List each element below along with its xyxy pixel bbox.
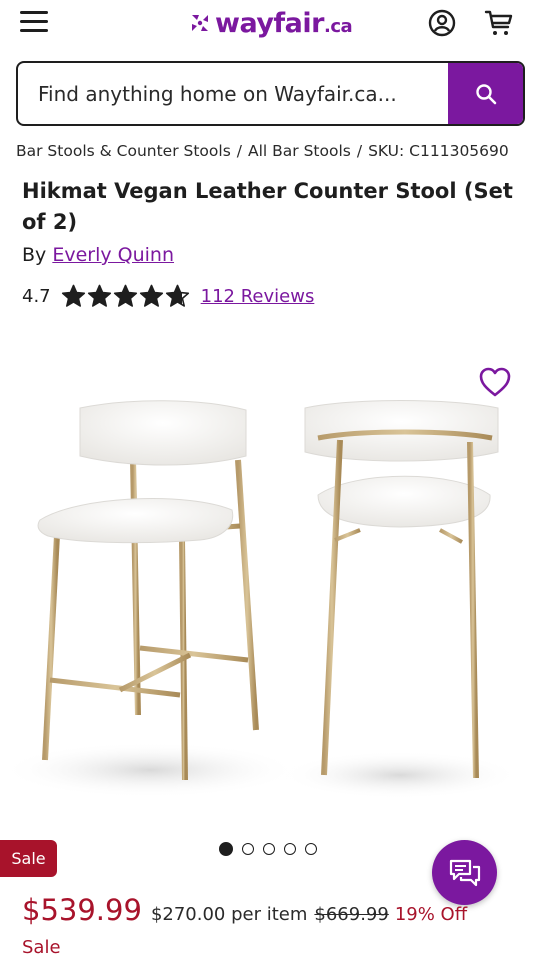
logo-name: wayfair (215, 7, 324, 39)
stool-right (304, 400, 499, 779)
carousel-dot[interactable] (305, 843, 317, 855)
wayfair-pinwheel-icon (192, 15, 208, 31)
search-button[interactable] (448, 63, 523, 124)
rating-row: 4.7 112 Reviews (22, 282, 314, 310)
star-icon (113, 284, 137, 307)
breadcrumb-bar-stools-counter-stools[interactable]: Bar Stools & Counter Stools (16, 142, 231, 160)
star-rating (61, 284, 191, 309)
carousel-dots (219, 842, 326, 856)
star-icon (87, 284, 111, 307)
sku-label: SKU: C111305690 (368, 142, 509, 160)
wayfair-logo[interactable]: wayfair.ca (188, 4, 353, 42)
star-icon (139, 284, 163, 307)
per-item-price: $270.00 per item (150, 904, 308, 925)
brand-byline: By Everly Quinn (22, 244, 174, 266)
breadcrumb-separator: / (236, 142, 243, 160)
star-icon (165, 284, 189, 307)
product-title: Hikmat Vegan Leather Counter Stool (Set … (22, 179, 513, 234)
heart-icon[interactable] (478, 366, 512, 398)
star-icon (61, 284, 85, 307)
chat-bubbles-icon (449, 859, 480, 886)
brand-link[interactable]: Everly Quinn (52, 244, 174, 266)
product-image[interactable] (0, 330, 541, 830)
reviews-link[interactable]: 112 Reviews (201, 286, 315, 307)
logo-text: wayfair.ca (215, 7, 353, 39)
stool-left (37, 400, 259, 781)
carousel-dot[interactable] (242, 843, 254, 855)
search-input[interactable] (18, 63, 448, 124)
breadcrumb-all-bar-stools[interactable]: All Bar Stools (248, 142, 351, 160)
carousel-dot[interactable] (263, 843, 275, 855)
logo-tld: .ca (323, 15, 353, 37)
discount-percent: 19% Off (394, 904, 468, 925)
original-price: $669.99 (314, 904, 389, 925)
breadcrumb: Bar Stools & Counter Stools / All Bar Stoo… (16, 142, 509, 160)
user-account-icon[interactable] (428, 9, 456, 37)
carousel-dot[interactable] (219, 842, 233, 856)
sale-label: Sale (22, 937, 61, 958)
rating-value: 4.7 (22, 285, 51, 307)
search-icon (475, 83, 496, 104)
top-bar: wayfair.ca (0, 0, 541, 48)
carousel-dot[interactable] (284, 843, 296, 855)
sale-price: $539.99 (22, 893, 142, 927)
by-label: By (22, 244, 47, 266)
search-bar (16, 61, 525, 126)
hamburger-menu-icon[interactable] (20, 11, 48, 33)
price-row: $539.99 $270.00 per item $669.99 19% Off (22, 893, 467, 927)
shopping-cart-icon[interactable] (484, 8, 514, 38)
breadcrumb-separator: / (356, 142, 363, 160)
sale-badge: Sale (0, 840, 57, 877)
